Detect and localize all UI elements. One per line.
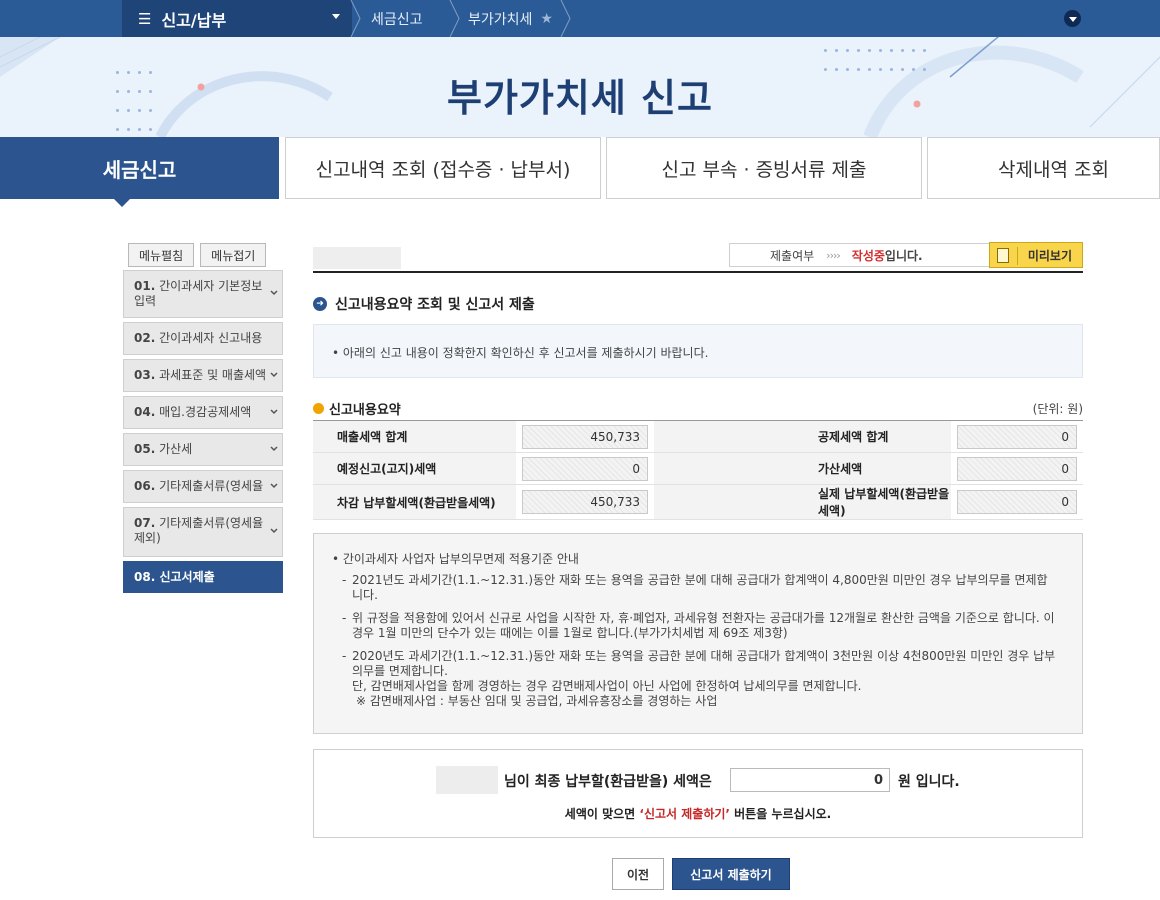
- breadcrumb-tax-filing[interactable]: 세금신고: [371, 0, 423, 37]
- arrow-circle-icon: ➜: [313, 297, 327, 311]
- submit-hint: 세액이 맞으면 ‘신고서 제출하기’ 버튼을 누르십시오.: [564, 807, 832, 821]
- preview-button[interactable]: 미리보기: [989, 242, 1083, 268]
- star-icon[interactable]: ★: [540, 11, 553, 27]
- top-navigation-bar: ☰ 신고/납부 세금신고 부가가치세 ★: [0, 0, 1160, 38]
- masked-name: [313, 247, 401, 269]
- summary-table: 매출세액 합계 450,733 공제세액 합계 0 예정신고(고지)세액 0 가…: [313, 420, 1083, 520]
- main-tabs: 세금신고 신고내역 조회 (접수증 · 납부서) 신고 부속 · 증빙서류 제출…: [0, 137, 1160, 207]
- sidebar-item-other-docs[interactable]: 07. 기타제출서류(영세율 제외): [123, 507, 283, 557]
- hamburger-icon: ☰: [138, 9, 152, 28]
- bullet-icon: [313, 403, 324, 414]
- masked-name: [436, 766, 498, 794]
- menu-title: 신고/납부: [161, 10, 227, 30]
- penalty-tax: 0: [957, 456, 1077, 481]
- chevron-down-icon: [270, 371, 278, 377]
- list-item: -2021년도 과세기간(1.1.~12.31.)동안 재화 또는 용역을 공급…: [342, 573, 1048, 602]
- chevron-down-icon: [270, 408, 278, 414]
- menu-dropdown[interactable]: ☰ 신고/납부: [122, 0, 352, 37]
- page-title: 부가가치세 신고: [447, 76, 713, 120]
- table-row: 매출세액 합계 450,733 공제세액 합계 0: [313, 420, 1083, 453]
- actual-payable-tax: 0: [957, 490, 1077, 514]
- sidebar-item-penalty[interactable]: 05. 가산세: [123, 433, 283, 466]
- table-row: 차감 납부할세액(환급받을세액) 450,733 실제 납부할세액(환급받을세액…: [313, 484, 1083, 520]
- final-tax-box: 님이 최종 납부할(환급받을) 세액은 0 원 입니다. 세액이 맞으면 ‘신고…: [313, 749, 1083, 838]
- sidebar-item-submit[interactable]: 08. 신고서제출: [123, 561, 283, 593]
- breadcrumb-separator-icon: [350, 0, 362, 38]
- chevron-down-icon: [270, 528, 278, 534]
- breadcrumb-vat[interactable]: 부가가치세 ★: [468, 0, 553, 37]
- divider: [313, 271, 1083, 273]
- sidebar-menu: 01. 간이과세자 기본정보 입력 02. 간이과세자 신고내용 03. 과세표…: [123, 270, 283, 597]
- sidebar-item-basic-info[interactable]: 01. 간이과세자 기본정보 입력: [123, 270, 283, 318]
- notice-box: • 아래의 신고 내용이 정확한지 확인하신 후 신고서를 제출하시기 바랍니다…: [313, 324, 1083, 378]
- status-state: 작성중: [851, 248, 885, 263]
- section-title: ➜ 신고내용요약 조회 및 신고서 제출: [313, 294, 535, 314]
- sidebar-item-tax-base[interactable]: 03. 과세표준 및 매출세액: [123, 359, 283, 392]
- sidebar-item-zero-rate-docs[interactable]: 06. 기타제출서류(영세율: [123, 470, 283, 503]
- exemption-guide: • 간이과세자 사업자 납부의무면제 적용기준 안내 -2021년도 과세기간(…: [313, 533, 1083, 734]
- net-payable-tax: 450,733: [521, 490, 649, 514]
- expand-circle-icon[interactable]: [1064, 10, 1081, 27]
- breadcrumb-separator-icon: [449, 0, 461, 38]
- summary-title: 신고내용요약: [313, 399, 401, 418]
- chevron-down-icon: [270, 482, 278, 488]
- sidebar-item-filing-content[interactable]: 02. 간이과세자 신고내용: [123, 322, 283, 355]
- menu-expand-button[interactable]: 메뉴펼침: [128, 243, 195, 267]
- submission-status: 제출여부 ›››› 작성중 입니다.: [729, 243, 996, 267]
- deduction-total: 0: [957, 424, 1077, 449]
- page-banner: 부가가치세 신고: [0, 37, 1160, 137]
- list-item: -2020년도 과세기간(1.1.~12.31.)동안 재화 또는 용역을 공급…: [342, 649, 1056, 678]
- document-icon: [997, 248, 1009, 263]
- tab-tax-filing[interactable]: 세금신고: [0, 137, 279, 207]
- previous-button[interactable]: 이전: [612, 858, 664, 890]
- sidebar-toggle-buttons: 메뉴펼침 메뉴접기: [128, 243, 267, 267]
- menu-collapse-button[interactable]: 메뉴접기: [200, 243, 267, 267]
- final-tax-amount: 0: [730, 768, 890, 792]
- tab-deleted-history[interactable]: 삭제내역 조회: [927, 137, 1160, 199]
- sales-tax-total: 450,733: [521, 424, 649, 449]
- unit-label: (단위: 원): [1032, 402, 1083, 416]
- active-tab-pointer: [113, 198, 131, 207]
- chevron-down-icon: [270, 445, 278, 451]
- action-buttons: 이전 신고서 제출하기: [612, 858, 790, 890]
- list-item: -위 규정을 적용함에 있어서 신규로 사업을 시작한 자, 휴·폐업자, 과세…: [342, 611, 1055, 640]
- table-row: 예정신고(고지)세액 0 가산세액 0: [313, 452, 1083, 485]
- tab-filing-history[interactable]: 신고내역 조회 (접수증 · 납부서): [285, 137, 601, 199]
- chevron-down-icon: [270, 290, 278, 296]
- sidebar-item-purchase-deduction[interactable]: 04. 매입.경감공제세액: [123, 396, 283, 429]
- submit-return-button[interactable]: 신고서 제출하기: [672, 858, 790, 890]
- breadcrumb-separator-icon: [560, 0, 572, 38]
- preliminary-tax: 0: [521, 456, 649, 481]
- chevron-down-icon: [332, 14, 340, 19]
- tab-attachments[interactable]: 신고 부속 · 증빙서류 제출: [606, 137, 922, 199]
